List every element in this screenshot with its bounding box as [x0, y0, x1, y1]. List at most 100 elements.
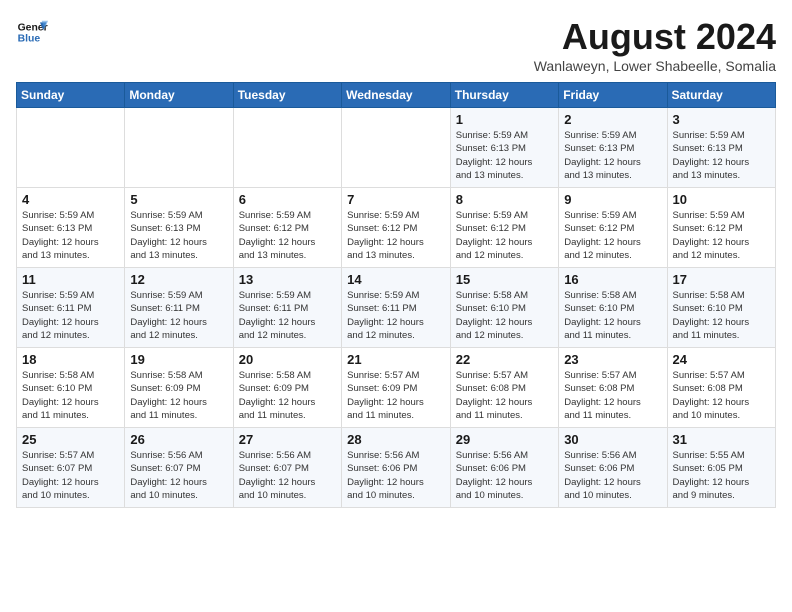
day-info: Sunrise: 5:59 AM Sunset: 6:12 PM Dayligh… — [239, 209, 336, 262]
calendar-cell: 14 Sunrise: 5:59 AM Sunset: 6:11 PM Dayli… — [342, 268, 451, 348]
day-number: 20 — [239, 352, 336, 367]
day-info: Sunrise: 5:58 AM Sunset: 6:10 PM Dayligh… — [564, 289, 661, 342]
day-info: Sunrise: 5:56 AM Sunset: 6:07 PM Dayligh… — [239, 449, 336, 502]
calendar-cell: 30Sunrise: 5:56 AM Sunset: 6:06 PM Dayli… — [559, 428, 667, 508]
day-info: Sunrise: 5:59 AM Sunset: 6:11 PM Dayligh… — [130, 289, 227, 342]
day-info: Sunrise: 5:59 AM Sunset: 6:12 PM Dayligh… — [456, 209, 553, 262]
day-info: Sunrise: 5:59 AM Sunset: 6:12 PM Dayligh… — [673, 209, 771, 262]
day-number: 23 — [564, 352, 661, 367]
weekday-header: Friday — [559, 83, 667, 108]
calendar-cell: 19Sunrise: 5:58 AM Sunset: 6:09 PM Dayli… — [125, 348, 233, 428]
calendar-cell: 16 Sunrise: 5:58 AM Sunset: 6:10 PM Dayli… — [559, 268, 667, 348]
calendar-cell: 12Sunrise: 5:59 AM Sunset: 6:11 PM Dayli… — [125, 268, 233, 348]
calendar-cell: 26Sunrise: 5:56 AM Sunset: 6:07 PM Dayli… — [125, 428, 233, 508]
day-number: 19 — [130, 352, 227, 367]
day-info: Sunrise: 5:59 AM Sunset: 6:13 PM Dayligh… — [22, 209, 119, 262]
day-info: Sunrise: 5:57 AM Sunset: 6:08 PM Dayligh… — [564, 369, 661, 422]
day-number: 17 — [673, 272, 771, 287]
day-number: 9 — [564, 192, 661, 207]
day-info: Sunrise: 5:57 AM Sunset: 6:08 PM Dayligh… — [673, 369, 771, 422]
logo-icon: General Blue — [16, 16, 48, 48]
calendar-cell: 10 Sunrise: 5:59 AM Sunset: 6:12 PM Dayli… — [667, 188, 776, 268]
day-info: Sunrise: 5:57 AM Sunset: 6:07 PM Dayligh… — [22, 449, 119, 502]
logo: General Blue — [16, 16, 48, 48]
day-info: Sunrise: 5:56 AM Sunset: 6:07 PM Dayligh… — [130, 449, 227, 502]
day-info: Sunrise: 5:58 AM Sunset: 6:10 PM Dayligh… — [673, 289, 771, 342]
day-number: 15 — [456, 272, 553, 287]
calendar-cell: 28 Sunrise: 5:56 AM Sunset: 6:06 PM Dayli… — [342, 428, 451, 508]
day-info: Sunrise: 5:57 AM Sunset: 6:09 PM Dayligh… — [347, 369, 445, 422]
day-number: 10 — [673, 192, 771, 207]
day-info: Sunrise: 5:56 AM Sunset: 6:06 PM Dayligh… — [456, 449, 553, 502]
day-number: 7 — [347, 192, 445, 207]
day-number: 2 — [564, 112, 661, 127]
calendar-cell: 1Sunrise: 5:59 AM Sunset: 6:13 PM Daylig… — [450, 108, 558, 188]
day-info: Sunrise: 5:59 AM Sunset: 6:11 PM Dayligh… — [239, 289, 336, 342]
calendar-cell: 6Sunrise: 5:59 AM Sunset: 6:12 PM Daylig… — [233, 188, 341, 268]
calendar-cell: 31 Sunrise: 5:55 AM Sunset: 6:05 PM Dayli… — [667, 428, 776, 508]
calendar-cell: 9Sunrise: 5:59 AM Sunset: 6:12 PM Daylig… — [559, 188, 667, 268]
calendar-cell: 15Sunrise: 5:58 AM Sunset: 6:10 PM Dayli… — [450, 268, 558, 348]
calendar-cell: 24 Sunrise: 5:57 AM Sunset: 6:08 PM Dayli… — [667, 348, 776, 428]
day-number: 11 — [22, 272, 119, 287]
calendar-cell: 7 Sunrise: 5:59 AM Sunset: 6:12 PM Daylig… — [342, 188, 451, 268]
day-number: 13 — [239, 272, 336, 287]
weekday-header: Monday — [125, 83, 233, 108]
weekday-header: Tuesday — [233, 83, 341, 108]
calendar-table: SundayMondayTuesdayWednesdayThursdayFrid… — [16, 82, 776, 508]
calendar-cell — [342, 108, 451, 188]
weekday-header: Sunday — [17, 83, 125, 108]
day-info: Sunrise: 5:59 AM Sunset: 6:11 PM Dayligh… — [22, 289, 119, 342]
day-number: 14 — [347, 272, 445, 287]
day-info: Sunrise: 5:59 AM Sunset: 6:13 PM Dayligh… — [673, 129, 771, 182]
day-number: 21 — [347, 352, 445, 367]
calendar-cell: 5Sunrise: 5:59 AM Sunset: 6:13 PM Daylig… — [125, 188, 233, 268]
svg-text:Blue: Blue — [18, 34, 41, 45]
day-number: 29 — [456, 432, 553, 447]
day-number: 5 — [130, 192, 227, 207]
calendar-cell: 13 Sunrise: 5:59 AM Sunset: 6:11 PM Dayli… — [233, 268, 341, 348]
calendar-week-row: 11 Sunrise: 5:59 AM Sunset: 6:11 PM Dayli… — [17, 268, 776, 348]
calendar-week-row: 18 Sunrise: 5:58 AM Sunset: 6:10 PM Dayli… — [17, 348, 776, 428]
calendar-cell — [125, 108, 233, 188]
calendar-header-row: SundayMondayTuesdayWednesdayThursdayFrid… — [17, 83, 776, 108]
day-number: 24 — [673, 352, 771, 367]
month-title: August 2024 — [534, 16, 776, 58]
calendar-week-row: 4 Sunrise: 5:59 AM Sunset: 6:13 PM Daylig… — [17, 188, 776, 268]
calendar-cell — [233, 108, 341, 188]
weekday-header: Thursday — [450, 83, 558, 108]
day-number: 22 — [456, 352, 553, 367]
day-info: Sunrise: 5:56 AM Sunset: 6:06 PM Dayligh… — [347, 449, 445, 502]
calendar-cell: 21 Sunrise: 5:57 AM Sunset: 6:09 PM Dayli… — [342, 348, 451, 428]
calendar-cell: 29 Sunrise: 5:56 AM Sunset: 6:06 PM Dayli… — [450, 428, 558, 508]
calendar-cell: 3Sunrise: 5:59 AM Sunset: 6:13 PM Daylig… — [667, 108, 776, 188]
calendar-cell: 11 Sunrise: 5:59 AM Sunset: 6:11 PM Dayli… — [17, 268, 125, 348]
calendar-cell: 18 Sunrise: 5:58 AM Sunset: 6:10 PM Dayli… — [17, 348, 125, 428]
calendar-week-row: 1Sunrise: 5:59 AM Sunset: 6:13 PM Daylig… — [17, 108, 776, 188]
calendar-cell: 8 Sunrise: 5:59 AM Sunset: 6:12 PM Daylig… — [450, 188, 558, 268]
calendar-cell: 2 Sunrise: 5:59 AM Sunset: 6:13 PM Daylig… — [559, 108, 667, 188]
day-info: Sunrise: 5:58 AM Sunset: 6:10 PM Dayligh… — [22, 369, 119, 422]
day-number: 8 — [456, 192, 553, 207]
calendar-cell: 22Sunrise: 5:57 AM Sunset: 6:08 PM Dayli… — [450, 348, 558, 428]
day-info: Sunrise: 5:59 AM Sunset: 6:12 PM Dayligh… — [347, 209, 445, 262]
calendar-cell: 23 Sunrise: 5:57 AM Sunset: 6:08 PM Dayli… — [559, 348, 667, 428]
calendar-cell: 20Sunrise: 5:58 AM Sunset: 6:09 PM Dayli… — [233, 348, 341, 428]
day-number: 18 — [22, 352, 119, 367]
day-number: 25 — [22, 432, 119, 447]
weekday-header: Wednesday — [342, 83, 451, 108]
calendar-cell: 27Sunrise: 5:56 AM Sunset: 6:07 PM Dayli… — [233, 428, 341, 508]
day-number: 28 — [347, 432, 445, 447]
title-block: August 2024 Wanlaweyn, Lower Shabeelle, … — [534, 16, 776, 74]
day-info: Sunrise: 5:55 AM Sunset: 6:05 PM Dayligh… — [673, 449, 771, 502]
calendar-cell: 4 Sunrise: 5:59 AM Sunset: 6:13 PM Daylig… — [17, 188, 125, 268]
day-info: Sunrise: 5:59 AM Sunset: 6:11 PM Dayligh… — [347, 289, 445, 342]
calendar-cell: 17 Sunrise: 5:58 AM Sunset: 6:10 PM Dayli… — [667, 268, 776, 348]
day-number: 16 — [564, 272, 661, 287]
day-info: Sunrise: 5:59 AM Sunset: 6:13 PM Dayligh… — [456, 129, 553, 182]
day-info: Sunrise: 5:59 AM Sunset: 6:13 PM Dayligh… — [564, 129, 661, 182]
day-number: 4 — [22, 192, 119, 207]
day-number: 31 — [673, 432, 771, 447]
calendar-week-row: 25 Sunrise: 5:57 AM Sunset: 6:07 PM Dayli… — [17, 428, 776, 508]
calendar-cell: 25 Sunrise: 5:57 AM Sunset: 6:07 PM Dayli… — [17, 428, 125, 508]
